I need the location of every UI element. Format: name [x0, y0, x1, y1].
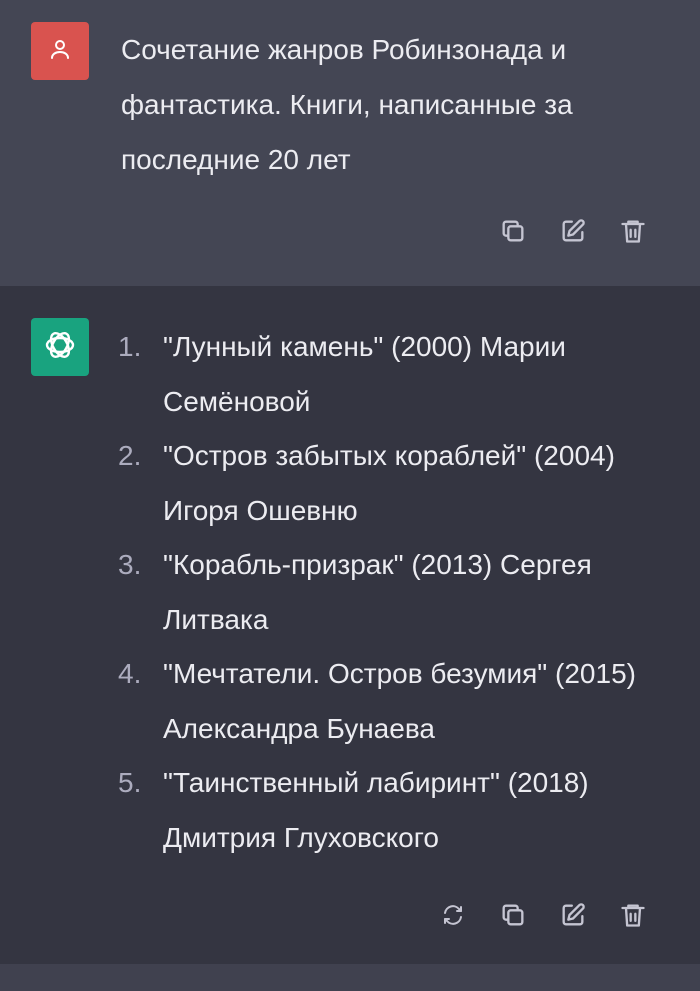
list-item-text: "Таинственный лабиринт" (2018) Дмитрия Г… — [163, 767, 589, 853]
assistant-message-actions — [436, 898, 650, 932]
list-item-text: "Лунный камень" (2000) Марии Семёновой — [163, 331, 566, 417]
person-icon — [48, 37, 72, 66]
trash-icon[interactable] — [616, 898, 650, 932]
edit-icon[interactable] — [556, 898, 590, 932]
assistant-avatar — [31, 318, 89, 376]
list-item: 2. "Остров забытых кораблей" (2004) Игор… — [118, 429, 678, 538]
book-list: 1. "Лунный камень" (2000) Марии Семёново… — [118, 320, 678, 865]
list-item-text: "Остров забытых кораблей" (2004) Игоря О… — [163, 440, 615, 526]
copy-icon[interactable] — [496, 898, 530, 932]
list-item: 5. "Таинственный лабиринт" (2018) Дмитри… — [118, 756, 678, 865]
list-item: 4. "Мечтатели. Остров безумия" (2015) Ал… — [118, 647, 678, 756]
user-message-text: Сочетание жанров Робинзонада и фантастик… — [121, 34, 573, 175]
list-item: 3. "Корабль-призрак" (2013) Сергея Литва… — [118, 538, 678, 647]
user-message-actions — [496, 214, 650, 248]
list-item-number: 2. — [118, 440, 142, 471]
openai-logo-icon — [42, 327, 78, 368]
list-item-number: 3. — [118, 549, 142, 580]
list-item: 1. "Лунный камень" (2000) Марии Семёново… — [118, 320, 678, 429]
list-item-number: 5. — [118, 767, 142, 798]
copy-icon[interactable] — [496, 214, 530, 248]
regenerate-icon[interactable] — [436, 898, 470, 932]
list-item-number: 1. — [118, 331, 142, 362]
trash-icon[interactable] — [616, 214, 650, 248]
chat-thread: Сочетание жанров Робинзонада и фантастик… — [0, 0, 700, 991]
edit-icon[interactable] — [556, 214, 590, 248]
assistant-message: 1. "Лунный камень" (2000) Марии Семёново… — [0, 286, 700, 964]
user-message: Сочетание жанров Робинзонада и фантастик… — [0, 0, 700, 286]
user-avatar — [31, 22, 89, 80]
composer-area-edge — [0, 964, 700, 991]
list-item-text: "Мечтатели. Остров безумия" (2015) Алекс… — [163, 658, 636, 744]
list-item-text: "Корабль-призрак" (2013) Сергея Литвака — [163, 549, 592, 635]
list-item-number: 4. — [118, 658, 142, 689]
